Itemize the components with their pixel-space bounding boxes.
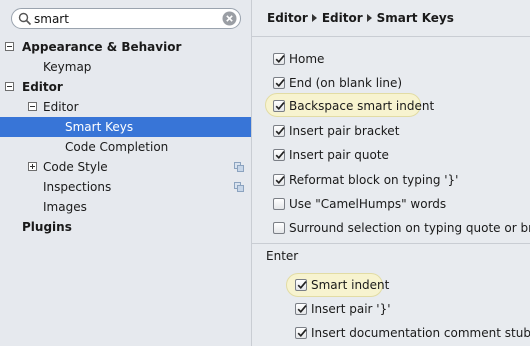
checkmark-icon xyxy=(275,55,285,64)
tree-item-editor-sub[interactable]: Editor xyxy=(0,97,251,117)
checkmark-icon xyxy=(275,151,285,160)
settings-content: Editor Editor Smart Keys Home End (on blan… xyxy=(252,0,530,346)
option-label: End (on blank line) xyxy=(289,76,403,90)
collapse-icon[interactable] xyxy=(28,102,37,111)
checkbox[interactable] xyxy=(273,198,285,210)
settings-tree: Appearance & Behavior Keymap Editor Edit… xyxy=(0,37,251,237)
checkbox[interactable] xyxy=(273,125,285,137)
checkbox[interactable] xyxy=(273,77,285,89)
option-label: Reformat block on typing '}' xyxy=(289,173,459,187)
checkmark-icon xyxy=(275,79,285,88)
option-label: Insert documentation comment stub xyxy=(311,326,530,340)
tree-item-label: Code Style xyxy=(43,160,108,174)
project-settings-icon xyxy=(234,182,244,192)
settings-search-field[interactable] xyxy=(11,8,241,29)
checkmark-icon xyxy=(297,281,307,290)
checkmark-icon xyxy=(297,329,307,338)
checkbox[interactable] xyxy=(273,100,285,112)
breadcrumb-arrow-icon xyxy=(311,13,317,22)
tree-item-code-style[interactable]: Code Style xyxy=(0,157,251,177)
tree-item-label: Code Completion xyxy=(65,140,169,154)
checkbox[interactable] xyxy=(273,174,285,186)
tree-item-inspections[interactable]: Inspections xyxy=(0,177,251,197)
section-title-enter: Enter xyxy=(266,249,299,263)
project-settings-icon xyxy=(234,162,244,172)
breadcrumb: Editor Editor Smart Keys xyxy=(267,11,454,25)
header-divider xyxy=(252,36,530,37)
tree-item-label: Images xyxy=(43,200,87,214)
expand-icon[interactable] xyxy=(28,162,37,171)
collapse-icon[interactable] xyxy=(5,42,14,51)
breadcrumb-item: Smart Keys xyxy=(376,11,454,25)
tree-item-label: Smart Keys xyxy=(65,120,134,134)
option-label: Home xyxy=(289,52,325,66)
breadcrumb-item: Editor xyxy=(267,11,308,25)
section-divider xyxy=(252,243,530,244)
tree-item-label: Keymap xyxy=(43,60,92,74)
checkbox[interactable] xyxy=(273,222,285,234)
tree-item-plugins[interactable]: Plugins xyxy=(0,217,251,237)
checkbox[interactable] xyxy=(295,303,307,315)
option-label: Insert pair '}' xyxy=(311,302,391,316)
checkbox[interactable] xyxy=(295,327,307,339)
option-label: Surround selection on typing quote or br… xyxy=(289,221,530,235)
tree-item-label: Editor xyxy=(22,80,63,94)
tree-item-label: Appearance & Behavior xyxy=(22,40,182,54)
breadcrumb-arrow-icon xyxy=(366,13,372,22)
tree-item-code-completion[interactable]: Code Completion xyxy=(0,137,251,157)
search-icon xyxy=(18,12,32,26)
tree-item-keymap[interactable]: Keymap xyxy=(0,57,251,77)
checkbox[interactable] xyxy=(273,149,285,161)
checkbox[interactable] xyxy=(273,53,285,65)
settings-dialog: Appearance & Behavior Keymap Editor Edit… xyxy=(0,0,530,346)
tree-item-label: Plugins xyxy=(22,220,72,234)
tree-item-label: Editor xyxy=(43,100,79,114)
checkmark-icon xyxy=(275,127,285,136)
option-label: Use "CamelHumps" words xyxy=(289,197,447,211)
option-label: Insert pair bracket xyxy=(289,124,400,138)
tree-item-appearance-behavior[interactable]: Appearance & Behavior xyxy=(0,37,251,57)
tree-item-editor[interactable]: Editor xyxy=(0,77,251,97)
tree-item-images[interactable]: Images xyxy=(0,197,251,217)
search-input[interactable] xyxy=(34,10,214,27)
option-label: Backspace smart indent xyxy=(289,99,435,113)
checkbox[interactable] xyxy=(295,279,307,291)
option-label: Smart indent xyxy=(311,278,390,292)
collapse-icon[interactable] xyxy=(5,82,14,91)
breadcrumb-item: Editor xyxy=(321,11,363,25)
checkmark-icon xyxy=(297,305,307,314)
option-label: Insert pair quote xyxy=(289,148,389,162)
checkmark-icon xyxy=(275,176,285,185)
settings-sidebar: Appearance & Behavior Keymap Editor Edit… xyxy=(0,0,252,346)
tree-item-smart-keys[interactable]: Smart Keys xyxy=(0,117,251,137)
tree-item-label: Inspections xyxy=(43,180,112,194)
checkmark-icon xyxy=(275,102,285,111)
clear-search-icon[interactable] xyxy=(222,11,237,26)
